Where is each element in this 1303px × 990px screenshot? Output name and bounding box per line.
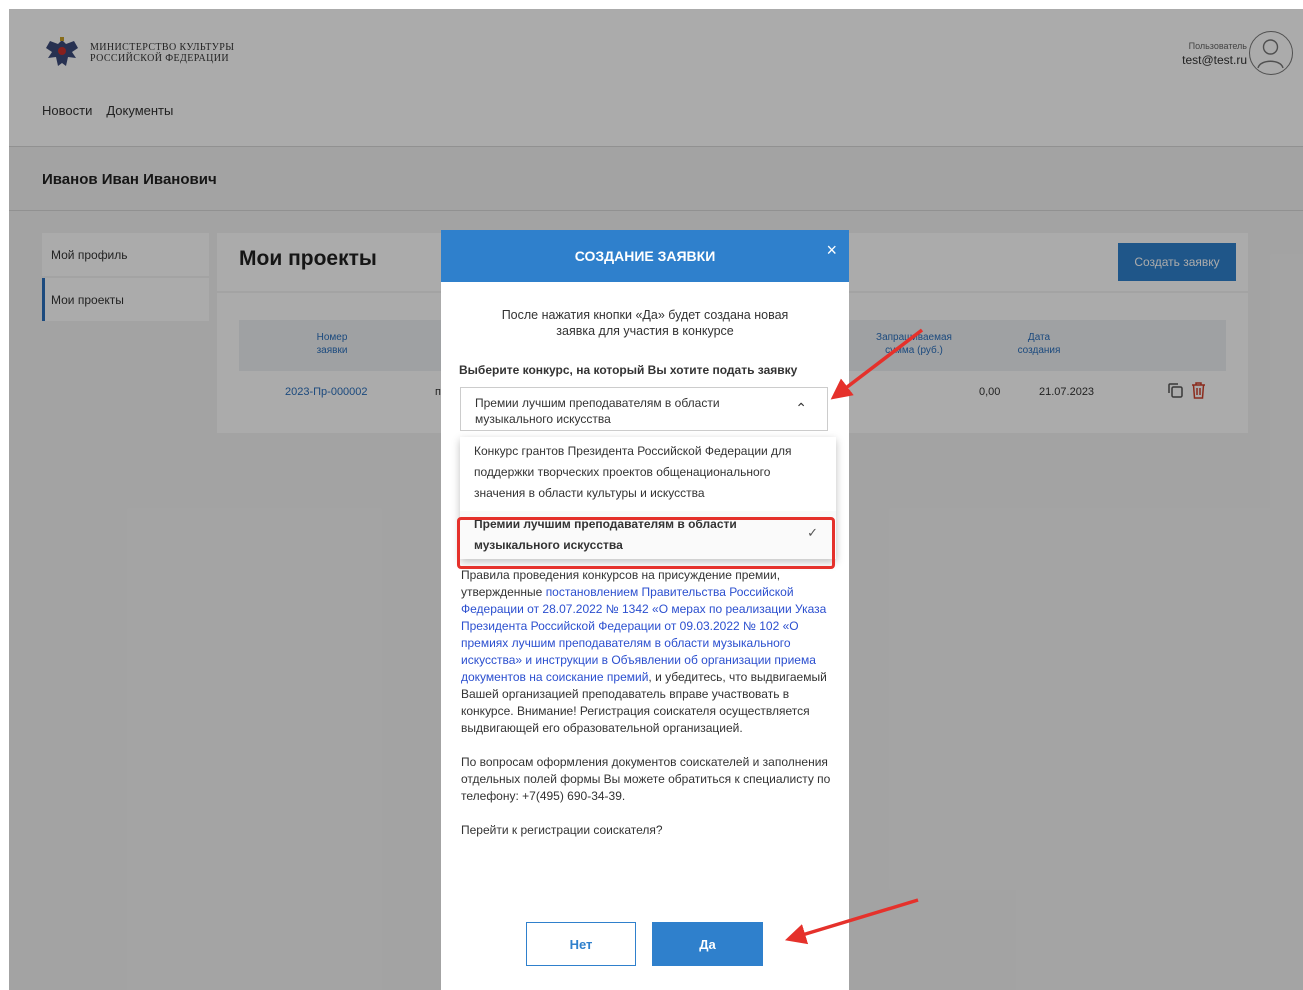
dropdown-option-grants[interactable]: Конкурс грантов Президента Российской Фе… xyxy=(474,441,814,504)
contest-select-label: Выберите конкурс, на который Вы хотите п… xyxy=(459,363,798,377)
create-application-modal: СОЗДАНИЕ ЗАЯВКИ × После нажатия кнопки «… xyxy=(441,230,849,990)
chevron-up-icon[interactable]: ⌃ xyxy=(795,400,807,417)
page: МИНИСТЕРСТВО КУЛЬТУРЫ РОССИЙСКОЙ ФЕДЕРАЦ… xyxy=(9,9,1303,990)
no-button[interactable]: Нет xyxy=(526,922,636,966)
rules-paragraph: Правила проведения конкурсов на присужде… xyxy=(461,567,833,737)
modal-title: СОЗДАНИЕ ЗАЯВКИ xyxy=(574,248,716,264)
yes-button[interactable]: Да xyxy=(652,922,763,966)
close-icon[interactable]: × xyxy=(826,240,837,261)
modal-intro-text: После нажатия кнопки «Да» будет создана … xyxy=(501,308,789,338)
contest-select-value: Премии лучшим преподавателям в области м… xyxy=(475,396,720,426)
contact-paragraph: По вопросам оформления документов соиска… xyxy=(461,755,831,803)
contest-select[interactable]: Премии лучшим преподавателям в области м… xyxy=(460,387,828,431)
selection-highlight-box xyxy=(457,517,835,569)
confirm-question: Перейти к регистрации соискателя? xyxy=(461,823,663,837)
modal-body-text: Правила проведения конкурсов на присужде… xyxy=(461,567,833,856)
modal-header: СОЗДАНИЕ ЗАЯВКИ × xyxy=(441,230,849,282)
